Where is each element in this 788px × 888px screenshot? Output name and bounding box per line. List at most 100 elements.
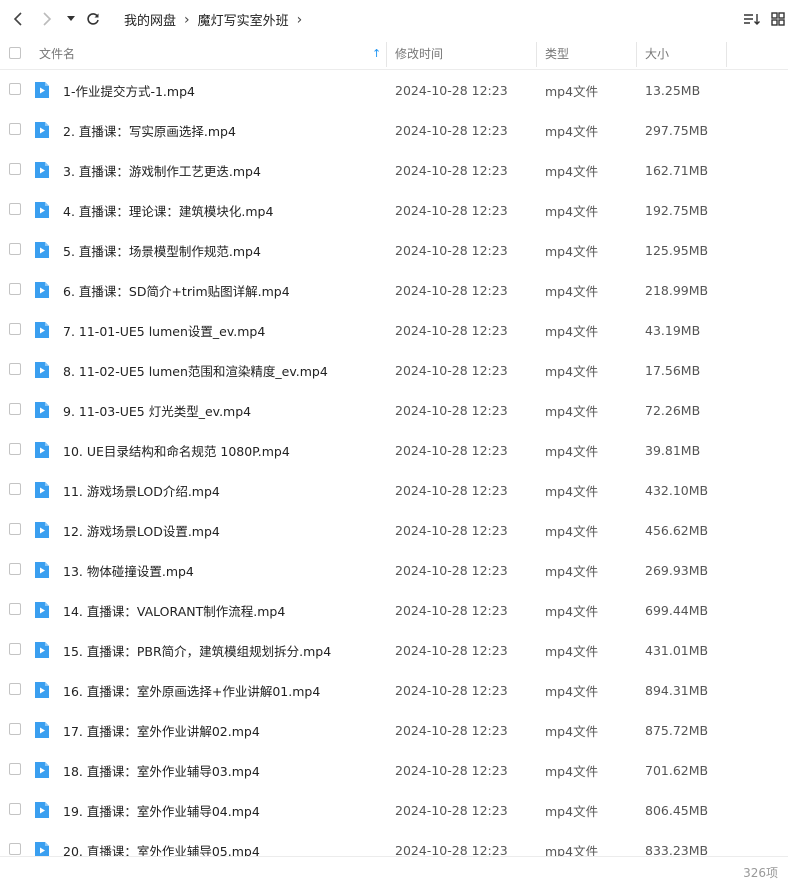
file-size: 875.72MB [645, 722, 709, 738]
sort-button[interactable] [742, 9, 762, 29]
breadcrumb-current[interactable]: 魔灯写实室外班 [198, 10, 289, 29]
file-name[interactable]: 17. 直播课：室外作业讲解02.mp4 [63, 710, 260, 750]
file-type: mp4文件 [545, 843, 599, 857]
file-row[interactable]: 14. 直播课：VALORANT制作流程.mp4 2024-10-28 12:23… [0, 590, 788, 630]
row-checkbox[interactable] [9, 723, 21, 735]
row-checkbox[interactable] [9, 683, 21, 695]
file-row[interactable]: 7. 11-01-UE5 lumen设置_ev.mp4 2024-10-28 12… [0, 310, 788, 350]
row-checkbox[interactable] [9, 243, 21, 255]
file-name[interactable]: 5. 直播课：场景模型制作规范.mp4 [63, 230, 261, 270]
file-type: mp4文件 [545, 803, 599, 819]
file-row[interactable]: 20. 直播课：室外作业辅导05.mp4 2024-10-28 12:23 mp4文… [0, 830, 788, 856]
row-checkbox[interactable] [9, 603, 21, 615]
row-checkbox[interactable] [9, 763, 21, 775]
file-type: mp4文件 [545, 323, 599, 339]
file-row[interactable]: 12. 游戏场景LOD设置.mp4 2024-10-28 12:23 mp4文件 45… [0, 510, 788, 550]
column-size-header[interactable]: 大小 [645, 38, 669, 69]
file-name[interactable]: 8. 11-02-UE5 lumen范围和渲染精度_ev.mp4 [63, 350, 328, 390]
file-name[interactable]: 15. 直播课：PBR简介，建筑模组规划拆分.mp4 [63, 630, 331, 670]
file-name[interactable]: 7. 11-01-UE5 lumen设置_ev.mp4 [63, 310, 265, 350]
file-row[interactable]: 15. 直播课：PBR简介，建筑模组规划拆分.mp4 2024-10-28 12:… [0, 630, 788, 670]
file-row[interactable]: 11. 游戏场景LOD介绍.mp4 2024-10-28 12:23 mp4文件 43… [0, 470, 788, 510]
file-name[interactable]: 3. 直播课：游戏制作工艺更迭.mp4 [63, 150, 261, 190]
row-checkbox[interactable] [9, 523, 21, 535]
column-modified-header[interactable]: 修改时间 [395, 38, 443, 69]
file-name[interactable]: 12. 游戏场景LOD设置.mp4 [63, 510, 220, 550]
row-checkbox[interactable] [9, 163, 21, 175]
row-checkbox[interactable] [9, 563, 21, 575]
file-row[interactable]: 2. 直播课：写实原画选择.mp4 2024-10-28 12:23 mp4文件 29… [0, 110, 788, 150]
file-row[interactable]: 5. 直播课：场景模型制作规范.mp4 2024-10-28 12:23 mp4文件… [0, 230, 788, 270]
file-name[interactable]: 9. 11-03-UE5 灯光类型_ev.mp4 [63, 390, 251, 430]
file-size: 43.19MB [645, 322, 701, 338]
file-row[interactable]: 17. 直播课：室外作业讲解02.mp4 2024-10-28 12:23 mp4文… [0, 710, 788, 750]
row-checkbox[interactable] [9, 283, 21, 295]
file-modified: 2024-10-28 12:23 [395, 762, 508, 778]
refresh-button[interactable] [84, 9, 102, 29]
row-checkbox[interactable] [9, 203, 21, 215]
row-checkbox[interactable] [9, 483, 21, 495]
video-file-icon [35, 402, 49, 418]
row-checkbox[interactable] [9, 843, 21, 855]
file-name[interactable]: 14. 直播课：VALORANT制作流程.mp4 [63, 590, 285, 630]
file-row[interactable]: 8. 11-02-UE5 lumen范围和渲染精度_ev.mp4 2024-10-… [0, 350, 788, 390]
file-type: mp4文件 [545, 363, 599, 379]
file-type: mp4文件 [545, 123, 599, 139]
file-name[interactable]: 18. 直播课：室外作业辅导03.mp4 [63, 750, 260, 790]
file-row[interactable]: 10. UE目录结构和命名规范 1080P.mp4 2024-10-28 12:2… [0, 430, 788, 470]
back-button[interactable] [8, 9, 28, 29]
file-size: 431.01MB [645, 642, 709, 658]
file-size: 162.71MB [645, 162, 709, 178]
grid-view-button[interactable] [770, 9, 786, 29]
file-row[interactable]: 16. 直播课：室外原画选择+作业讲解01.mp4 2024-10-28 12:2… [0, 670, 788, 710]
file-row[interactable]: 18. 直播课：室外作业辅导03.mp4 2024-10-28 12:23 mp4文… [0, 750, 788, 790]
row-checkbox[interactable] [9, 83, 21, 95]
file-name[interactable]: 6. 直播课：SD简介+trim贴图详解.mp4 [63, 270, 290, 310]
file-size: 192.75MB [645, 202, 709, 218]
row-checkbox[interactable] [9, 443, 21, 455]
file-type: mp4文件 [545, 203, 599, 219]
toolbar: 我的网盘 › 魔灯写实室外班 › [0, 0, 788, 38]
file-row[interactable]: 13. 物体碰撞设置.mp4 2024-10-28 12:23 mp4文件 269.9… [0, 550, 788, 590]
file-name[interactable]: 20. 直播课：室外作业辅导05.mp4 [63, 830, 260, 857]
file-name[interactable]: 10. UE目录结构和命名规范 1080P.mp4 [63, 430, 290, 470]
file-modified: 2024-10-28 12:23 [395, 642, 508, 658]
row-checkbox[interactable] [9, 123, 21, 135]
file-row[interactable]: 1-作业提交方式-1.mp4 2024-10-28 12:23 mp4文件 13.25… [0, 70, 788, 110]
file-name[interactable]: 11. 游戏场景LOD介绍.mp4 [63, 470, 220, 510]
select-all-checkbox[interactable] [9, 47, 21, 59]
breadcrumb-root[interactable]: 我的网盘 [124, 10, 176, 29]
history-dropdown-button[interactable] [64, 9, 78, 29]
file-modified: 2024-10-28 12:23 [395, 122, 508, 138]
file-name[interactable]: 19. 直播课：室外作业辅导04.mp4 [63, 790, 260, 830]
column-type-header[interactable]: 类型 [545, 38, 569, 69]
video-file-icon [35, 482, 49, 498]
file-name[interactable]: 2. 直播课：写实原画选择.mp4 [63, 110, 236, 150]
row-checkbox[interactable] [9, 803, 21, 815]
column-divider[interactable] [636, 42, 637, 67]
file-name[interactable]: 1-作业提交方式-1.mp4 [63, 70, 195, 110]
file-modified: 2024-10-28 12:23 [395, 602, 508, 618]
column-name-header[interactable]: 文件名 [39, 38, 75, 69]
column-modified-label: 修改时间 [395, 47, 444, 61]
file-row[interactable]: 3. 直播课：游戏制作工艺更迭.mp4 2024-10-28 12:23 mp4文件… [0, 150, 788, 190]
row-checkbox[interactable] [9, 363, 21, 375]
forward-button[interactable] [37, 9, 57, 29]
row-checkbox[interactable] [9, 403, 21, 415]
file-name[interactable]: 4. 直播课：理论课：建筑模块化.mp4 [63, 190, 273, 230]
file-row[interactable]: 6. 直播课：SD简介+trim贴图详解.mp4 2024-10-28 12:23… [0, 270, 788, 310]
column-divider[interactable] [386, 42, 387, 67]
row-checkbox[interactable] [9, 323, 21, 335]
file-row[interactable]: 19. 直播课：室外作业辅导04.mp4 2024-10-28 12:23 mp4文… [0, 790, 788, 830]
row-checkbox[interactable] [9, 643, 21, 655]
column-divider[interactable] [536, 42, 537, 67]
column-divider[interactable] [726, 42, 727, 67]
file-modified: 2024-10-28 12:23 [395, 522, 508, 538]
breadcrumb-separator-icon: › [296, 11, 303, 28]
column-name-label: 文件名 [39, 47, 76, 61]
file-size: 833.23MB [645, 842, 709, 857]
file-name[interactable]: 13. 物体碰撞设置.mp4 [63, 550, 194, 590]
file-row[interactable]: 9. 11-03-UE5 灯光类型_ev.mp4 2024-10-28 12:23… [0, 390, 788, 430]
file-row[interactable]: 4. 直播课：理论课：建筑模块化.mp4 2024-10-28 12:23 mp4文… [0, 190, 788, 230]
file-name[interactable]: 16. 直播课：室外原画选择+作业讲解01.mp4 [63, 670, 320, 710]
